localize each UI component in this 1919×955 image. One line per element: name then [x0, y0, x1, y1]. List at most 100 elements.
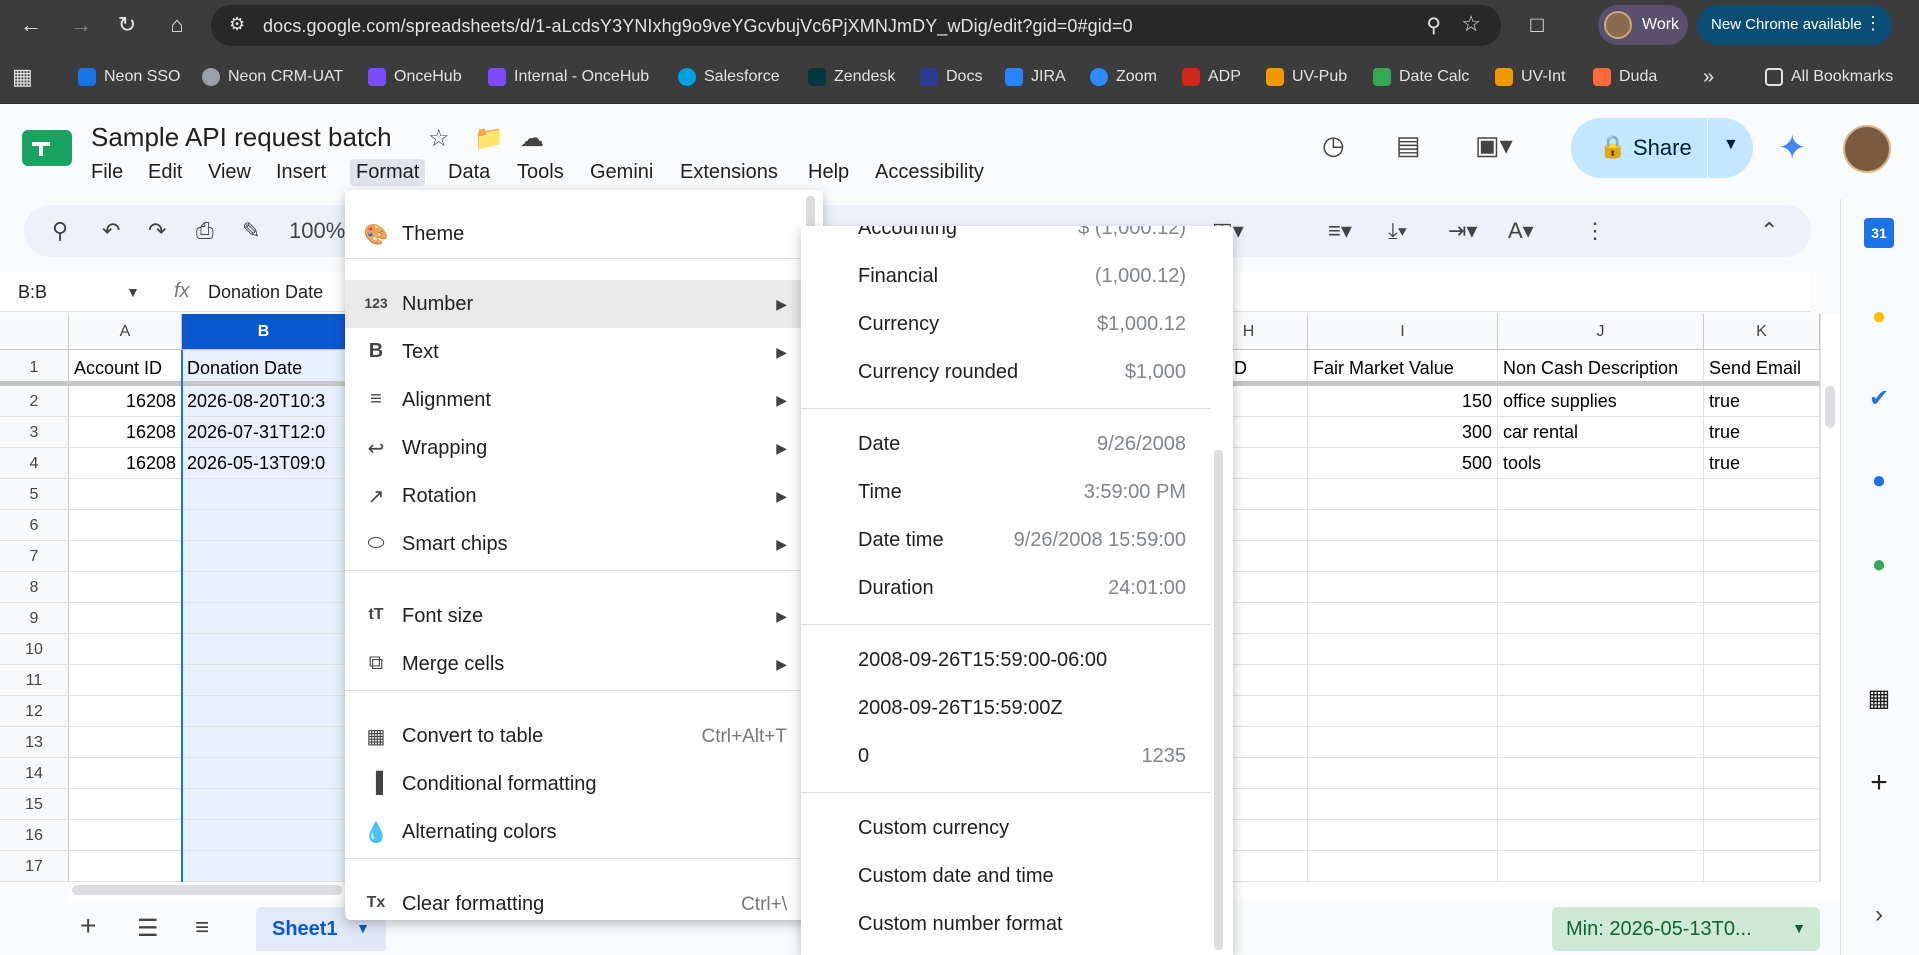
row-header-17[interactable]: 17 [0, 851, 69, 882]
cell-a8[interactable] [69, 572, 182, 603]
cell-i14[interactable] [1308, 758, 1498, 789]
cell-b14[interactable] [182, 758, 346, 789]
cell-a10[interactable] [69, 634, 182, 665]
row-header-9[interactable]: 9 [0, 603, 69, 634]
number-format-date[interactable]: Date 9/26/2008 [801, 420, 1211, 468]
bookmark-jira[interactable]: JIRA [1005, 65, 1066, 89]
star-icon[interactable]: ☆ [428, 124, 450, 153]
column-header-i[interactable]: I [1308, 314, 1498, 350]
menu-gemini[interactable]: Gemini [584, 159, 659, 186]
cell-a2[interactable]: 16208 [69, 386, 182, 417]
column-header-a[interactable]: A [69, 314, 182, 350]
chevron-down-icon[interactable]: ▼ [1723, 136, 1739, 154]
bookmark-duda[interactable]: Duda [1593, 65, 1657, 89]
formula-input[interactable]: Donation Date [208, 282, 323, 303]
all-bookmarks-button[interactable]: All Bookmarks [1765, 65, 1893, 89]
cell-j7[interactable] [1498, 541, 1704, 572]
cell-a7[interactable] [69, 541, 182, 572]
cell-i9[interactable] [1308, 603, 1498, 634]
row-header-4[interactable]: 4 [0, 448, 69, 479]
number-format-duration[interactable]: Duration 24:01:00 [801, 564, 1211, 612]
number-format-currency[interactable]: Currency $1,000.12 [801, 300, 1211, 348]
cell-i12[interactable] [1308, 696, 1498, 727]
contacts-icon[interactable]: ● [1864, 466, 1894, 496]
cell-k3[interactable]: true [1704, 417, 1820, 448]
cell-i15[interactable] [1308, 789, 1498, 820]
format-menu-item-rotation[interactable]: ↗ Rotation ▶ [345, 472, 823, 520]
cell-j9[interactable] [1498, 603, 1704, 634]
cell-k5[interactable] [1704, 479, 1820, 510]
sheets-logo[interactable] [22, 130, 72, 166]
number-format-financial[interactable]: Financial (1,000.12) [801, 252, 1211, 300]
menu-edit[interactable]: Edit [142, 159, 188, 186]
add-sheet-icon[interactable]: + [80, 910, 96, 942]
number-format-custom-currency[interactable]: Custom currency [801, 804, 1211, 852]
maps-icon[interactable]: ● [1864, 550, 1894, 580]
bookmark-internal-oncehub[interactable]: Internal - OnceHub [488, 65, 649, 89]
forward-icon[interactable]: → [64, 8, 98, 42]
cell-b13[interactable] [182, 727, 346, 758]
chevron-right-icon[interactable]: › [1864, 900, 1894, 930]
zoom-select[interactable]: 100% [289, 218, 345, 244]
cell-k16[interactable] [1704, 820, 1820, 851]
cell-a16[interactable] [69, 820, 182, 851]
cell-k2[interactable]: true [1704, 386, 1820, 417]
cell-b12[interactable] [182, 696, 346, 727]
cell-j14[interactable] [1498, 758, 1704, 789]
selection-summary[interactable]: Min: 2026-05-13T0... ▼ [1552, 907, 1820, 951]
cell-j4[interactable]: tools [1498, 448, 1704, 479]
cell-k15[interactable] [1704, 789, 1820, 820]
row-header-16[interactable]: 16 [0, 820, 69, 851]
cell-a9[interactable] [69, 603, 182, 634]
format-menu-item-alignment[interactable]: ≡ Alignment ▶ [345, 376, 823, 424]
text-rotation-icon[interactable]: A▾ [1508, 218, 1534, 244]
cell-i13[interactable] [1308, 727, 1498, 758]
cell-a3[interactable]: 16208 [69, 417, 182, 448]
row-header-15[interactable]: 15 [0, 789, 69, 820]
calendar-icon[interactable]: 31 [1864, 218, 1894, 248]
gemini-icon[interactable]: ✦ [1778, 128, 1807, 168]
bookmark-adp[interactable]: ADP [1182, 65, 1241, 89]
cell-j13[interactable] [1498, 727, 1704, 758]
cell-j5[interactable] [1498, 479, 1704, 510]
tasks-icon[interactable]: ✔ [1864, 384, 1894, 414]
cell-a14[interactable] [69, 758, 182, 789]
cell-b5[interactable] [182, 479, 346, 510]
format-menu-item-clear-formatting[interactable]: Tx Clear formatting Ctrl+\ [345, 880, 823, 928]
search-icon[interactable]: ⚲ [52, 218, 68, 244]
menu-insert[interactable]: Insert [270, 159, 332, 186]
update-chrome-button[interactable]: New Chrome available ⋮ [1697, 5, 1892, 45]
cell-b8[interactable] [182, 572, 346, 603]
row-header-14[interactable]: 14 [0, 758, 69, 789]
bookmark-star-icon[interactable]: ☆ [1461, 11, 1481, 37]
account-avatar[interactable] [1843, 125, 1891, 173]
meet-icon[interactable]: ▣▾ [1475, 130, 1513, 161]
cell-a12[interactable] [69, 696, 182, 727]
format-menu-item-number[interactable]: 123 Number ▶ [345, 280, 823, 328]
cell-j15[interactable] [1498, 789, 1704, 820]
menu-accessibility[interactable]: Accessibility [869, 159, 990, 186]
cell-j3[interactable]: car rental [1498, 417, 1704, 448]
add-icon[interactable]: + [1864, 768, 1894, 798]
cell-k13[interactable] [1704, 727, 1820, 758]
chevron-down-icon[interactable]: ▼ [1792, 920, 1806, 936]
bookmark-uv-int[interactable]: UV-Int [1495, 65, 1565, 89]
format-menu-item-wrapping[interactable]: ↩ Wrapping ▶ [345, 424, 823, 472]
paint-format-icon[interactable]: ✎ [242, 218, 260, 244]
document-title[interactable]: Sample API request batch [91, 122, 392, 153]
row-header-3[interactable]: 3 [0, 417, 69, 448]
cell-k12[interactable] [1704, 696, 1820, 727]
cell-k8[interactable] [1704, 572, 1820, 603]
cell-i11[interactable] [1308, 665, 1498, 696]
bookmark-date-calc[interactable]: Date Calc [1373, 65, 1469, 89]
cell-i5[interactable] [1308, 479, 1498, 510]
chevron-down-icon[interactable]: ▼ [126, 284, 140, 300]
cell-a5[interactable] [69, 479, 182, 510]
format-menu-item-text[interactable]: B Text ▶ [345, 328, 823, 376]
cell-k4[interactable]: true [1704, 448, 1820, 479]
move-folder-icon[interactable]: 📁 [474, 124, 504, 153]
cell-j2[interactable]: office supplies [1498, 386, 1704, 417]
name-box[interactable]: B:B [18, 282, 47, 303]
all-sheets-icon[interactable]: ☰ [137, 914, 159, 943]
cell-b3[interactable]: 2026-07-31T12:0 [182, 417, 346, 448]
